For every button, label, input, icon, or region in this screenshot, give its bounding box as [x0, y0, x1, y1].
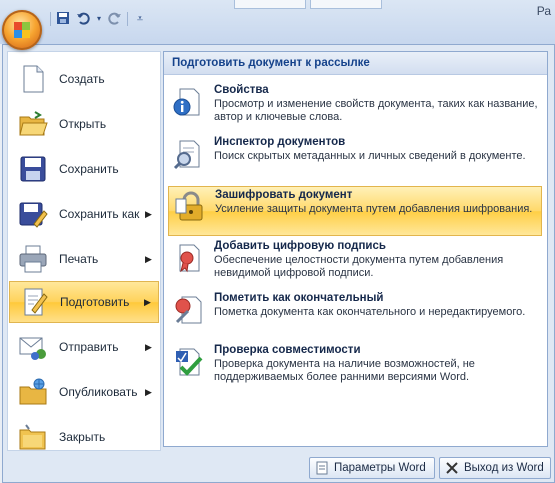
submenu-item-compatibility[interactable]: Проверка совместимости Проверка документ…: [168, 342, 542, 392]
submenu-item-signature[interactable]: Добавить цифровую подпись Обеспечение це…: [168, 238, 542, 288]
menu-item-open[interactable]: Открыть: [9, 103, 159, 145]
ribbon-tab-fragment[interactable]: [310, 0, 382, 9]
ribbon-tab-fragment[interactable]: [234, 0, 306, 9]
office-logo-icon: [14, 22, 30, 38]
menu-item-label: Создать: [59, 72, 105, 86]
submenu-item-desc: Просмотр и изменение свойств документа, …: [214, 98, 538, 123]
left-menu: Создать Открыть Сохранить Сохранить как …: [7, 51, 161, 451]
new-document-icon: [17, 63, 49, 95]
submenu-arrow-icon: ▶: [145, 341, 152, 352]
close-folder-icon: [17, 421, 49, 453]
send-icon: [17, 331, 49, 363]
submenu-item-properties[interactable]: Свойства Просмотр и изменение свойств до…: [168, 82, 542, 132]
submenu-item-encrypt[interactable]: Зашифровать документ Усиление защиты док…: [168, 186, 542, 236]
menu-item-save[interactable]: Сохранить: [9, 148, 159, 190]
exit-word-label: Выход из Word: [464, 462, 544, 474]
menu-item-label: Опубликовать: [59, 385, 138, 399]
mark-final-icon: [172, 294, 208, 330]
prepare-icon: [18, 286, 50, 318]
office-menu: Создать Открыть Сохранить Сохранить как …: [2, 44, 555, 483]
menu-item-label: Открыть: [59, 117, 107, 131]
encrypt-lock-icon: [173, 191, 209, 227]
close-icon: [445, 461, 459, 475]
menu-item-publish[interactable]: Опубликовать ▶: [9, 371, 159, 413]
submenu-panel: Подготовить документ к рассылке Свойства…: [163, 51, 548, 447]
submenu-item-desc: Усиление защиты документа путем добавлен…: [215, 203, 533, 215]
submenu-item-title: Пометить как окончательный: [214, 292, 384, 304]
digital-signature-icon: [172, 242, 208, 278]
menu-item-print[interactable]: Печать ▶: [9, 238, 159, 280]
submenu-item-desc: Пометка документа как окончательного и н…: [214, 306, 526, 318]
submenu-item-title: Свойства: [214, 84, 269, 96]
office-button[interactable]: [2, 10, 42, 50]
window-title: Ра: [536, 4, 551, 18]
submenu-arrow-icon: ▶: [144, 296, 151, 307]
quick-access-toolbar: ▾ ⩡: [50, 9, 148, 29]
publish-icon: [17, 376, 49, 408]
title-bar: ▾ ⩡ Ра: [0, 0, 555, 44]
menu-item-label: Сохранить как: [59, 207, 140, 221]
undo-icon[interactable]: [75, 11, 91, 27]
menu-item-label: Сохранить: [59, 162, 119, 176]
menu-item-new[interactable]: Создать: [9, 58, 159, 100]
save-as-icon: [17, 198, 49, 230]
submenu-item-desc: Проверка документа на наличие возможност…: [214, 358, 475, 383]
inspect-document-icon: [172, 138, 208, 174]
submenu-item-title: Зашифровать документ: [215, 189, 353, 201]
submenu-item-title: Проверка совместимости: [214, 344, 361, 356]
customize-icon[interactable]: ⩡: [132, 11, 148, 27]
menu-item-label: Отправить: [59, 340, 119, 354]
submenu-item-title: Инспектор документов: [214, 136, 346, 148]
redo-icon[interactable]: [107, 11, 123, 27]
save-icon[interactable]: [55, 11, 71, 27]
menu-item-label: Печать: [59, 252, 99, 266]
toolbar-separator: [50, 12, 51, 26]
submenu-item-inspect[interactable]: Инспектор документов Поиск скрытых метад…: [168, 134, 542, 184]
properties-icon: [172, 86, 208, 122]
word-options-label: Параметры Word: [334, 462, 426, 474]
submenu-arrow-icon: ▶: [145, 386, 152, 397]
submenu-arrow-icon: ▶: [145, 208, 152, 219]
menu-item-save-as[interactable]: Сохранить как ▶: [9, 193, 159, 235]
undo-dropdown-icon[interactable]: ▾: [95, 11, 103, 27]
submenu-item-title: Добавить цифровую подпись: [214, 240, 386, 252]
word-options-button[interactable]: Параметры Word: [309, 457, 435, 479]
toolbar-separator: [127, 12, 128, 26]
menu-item-prepare[interactable]: Подготовить ▶: [9, 281, 159, 323]
options-icon: [315, 461, 329, 475]
menu-item-label: Подготовить: [60, 295, 130, 309]
save-disk-icon: [17, 153, 49, 185]
submenu-arrow-icon: ▶: [145, 253, 152, 264]
submenu-item-desc: Обеспечение целостности документа путем …: [214, 254, 504, 279]
open-folder-icon: [17, 108, 49, 140]
exit-word-button[interactable]: Выход из Word: [439, 457, 551, 479]
submenu-item-desc: Поиск скрытых метаданных и личных сведен…: [214, 150, 526, 162]
menu-bottom-bar: Параметры Word Выход из Word: [3, 450, 554, 482]
submenu-item-mark-final[interactable]: Пометить как окончательный Пометка докум…: [168, 290, 542, 340]
printer-icon: [17, 243, 49, 275]
menu-item-send[interactable]: Отправить ▶: [9, 326, 159, 368]
compatibility-check-icon: [172, 346, 208, 382]
menu-item-label: Закрыть: [59, 430, 106, 444]
submenu-header: Подготовить документ к рассылке: [164, 52, 547, 75]
